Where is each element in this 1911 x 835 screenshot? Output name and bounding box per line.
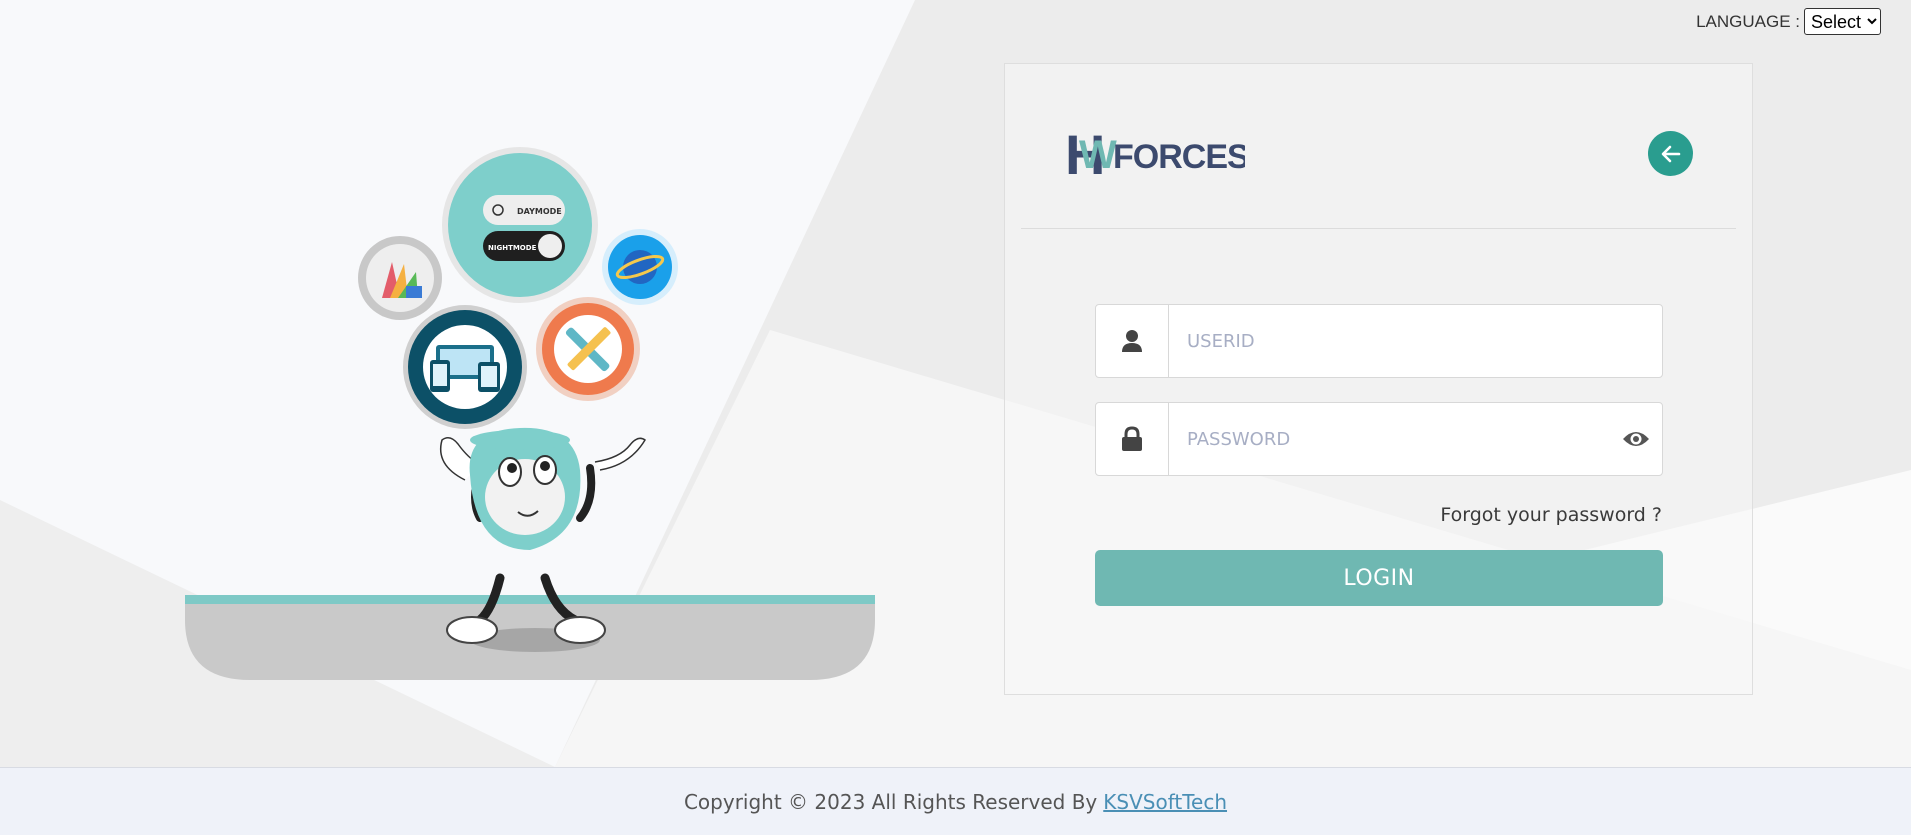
- arrow-left-icon: [1661, 145, 1680, 162]
- hwforces-logo: H W FORCES: [1065, 126, 1245, 182]
- language-select[interactable]: Select: [1804, 8, 1881, 35]
- userid-input[interactable]: [1169, 305, 1662, 377]
- mascot-illustration: DAYMODE NIGHTMODE: [185, 147, 875, 680]
- password-field: [1095, 402, 1663, 476]
- login-card: H W FORCES USERID Forgot your password ?…: [1004, 63, 1753, 695]
- user-icon: [1096, 305, 1169, 377]
- svg-text:FORCES: FORCES: [1113, 138, 1245, 176]
- lock-icon: [1096, 403, 1169, 475]
- copyright-text: Copyright © 2023 All Rights Reserved By: [683, 789, 1098, 814]
- userid-field: [1095, 304, 1663, 378]
- footer: Copyright © 2023 All Rights Reserved By …: [0, 767, 1911, 835]
- card-divider: [1021, 228, 1736, 229]
- language-label: LANGUAGE :: [1696, 11, 1800, 31]
- svg-text:W: W: [1079, 133, 1117, 177]
- login-button[interactable]: LOGIN: [1095, 550, 1663, 606]
- password-input[interactable]: [1169, 403, 1610, 475]
- company-link[interactable]: KSVSoftTech: [1103, 790, 1227, 814]
- language-selector: LANGUAGE : Select: [1696, 8, 1881, 35]
- daymode-label: DAYMODE: [517, 207, 562, 216]
- eye-icon[interactable]: [1610, 403, 1662, 475]
- nightmode-label: NIGHTMODE: [488, 244, 537, 252]
- forgot-password-link[interactable]: Forgot your password ?: [1440, 504, 1662, 526]
- back-button[interactable]: [1648, 131, 1693, 176]
